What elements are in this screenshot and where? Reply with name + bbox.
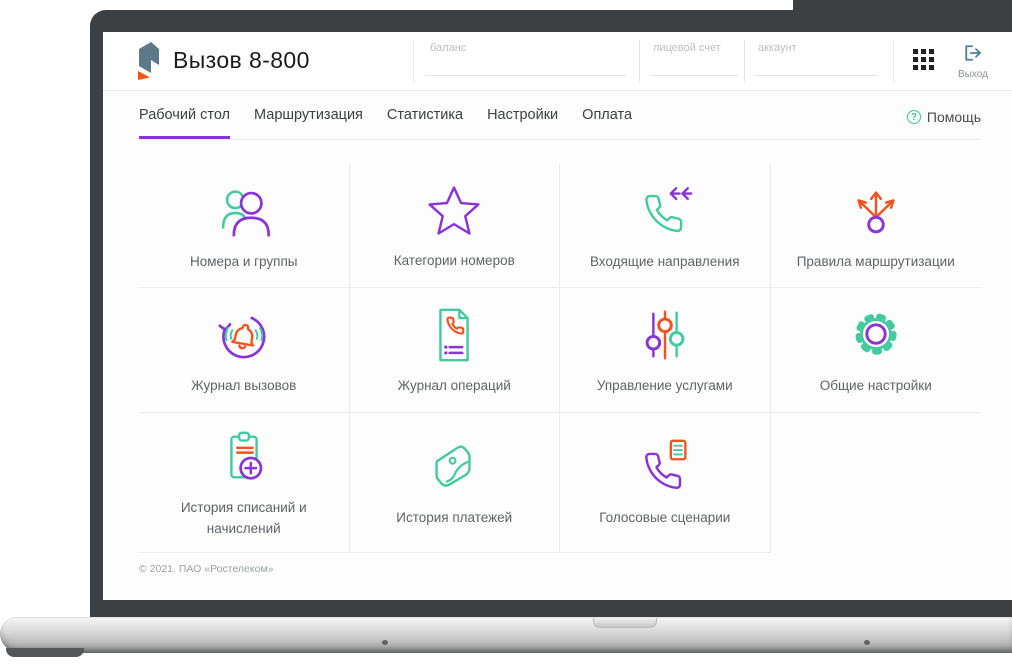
tab-desktop[interactable]: Рабочий стол [139,107,230,139]
tile-label: Голосовые сценарии [599,510,731,526]
tile-routing-rules[interactable]: Правила маршрутизации [770,165,981,288]
tile-incoming-directions[interactable]: Входящие направления [560,165,771,288]
laptop-base-dot [864,640,870,645]
balance-field-underline [425,75,627,76]
tile-general-settings[interactable]: Общие настройки [770,288,981,413]
main-nav: Рабочий стол Маршрутизация Статистика На… [139,91,981,140]
header-divider [639,40,640,82]
account-number-field-label: лицевой счет [653,42,721,54]
sliders-icon [645,310,685,360]
copyright-text: © 2021. ПАО «Ростелеком» [139,563,274,575]
tile-payments-history[interactable]: История платежей [349,413,560,553]
balance-field-label: баланс [430,42,467,54]
logout-button[interactable]: Выход [951,44,995,80]
tab-settings[interactable]: Настройки [487,107,558,139]
help-icon: ? [906,110,921,124]
tile-label: Общие настройки [819,377,932,393]
call-log-icon [218,316,266,359]
logout-icon [965,45,982,61]
routing-branch-icon [857,191,895,234]
tile-voice-scenarios[interactable]: Голосовые сценарии [560,413,771,553]
logout-label: Выход [958,69,988,80]
help-link[interactable]: ? Помощь [906,109,981,139]
laptop-foot [6,648,84,657]
tile-label: Правила маршрутизации [796,253,955,269]
laptop-base-dot [382,640,388,645]
clipboard-plus-icon [229,431,263,480]
brand: Вызов 8-800 [136,40,310,80]
tile-service-management[interactable]: Управление услугами [560,288,771,413]
tile-numbers-and-groups[interactable]: Номера и группы [139,165,350,288]
help-label: Помощь [926,109,981,125]
tile-operations-log[interactable]: Журнал операций [349,288,560,413]
tile-label: Категории номеров [393,252,515,268]
app-title: Вызов 8-800 [173,46,310,73]
tile-label: История платежей [396,510,513,526]
laptop-mockup: Вызов 8-800 баланс лицевой счет аккаунт [0,0,1012,667]
tab-payment[interactable]: Оплата [582,107,632,139]
apps-grid-icon[interactable] [913,49,935,71]
tile-label: Журнал операций [397,377,511,393]
star-icon [428,186,480,235]
account-field-underline [755,75,878,76]
incoming-call-icon [644,186,693,233]
dashboard-tiles: Номера и группы Категории номеров Входящ… [139,165,981,553]
tile-label: Управление услугами [596,377,733,393]
header-divider [413,40,414,82]
tile-label: Входящие направления [589,253,740,269]
account-field-label: аккаунт [758,42,797,54]
users-icon [221,190,270,237]
tile-label: История списаний и начислений [180,500,307,536]
header-divider [893,40,894,82]
tile-charges-history[interactable]: История списаний и начислений [139,413,350,553]
header-divider [744,40,745,82]
laptop-latch [593,618,657,628]
operations-log-icon [439,308,470,362]
app-screen: Вызов 8-800 баланс лицевой счет аккаунт [103,32,1012,600]
tile-label: Журнал вызовов [191,377,297,393]
rostelecom-logo [138,42,159,80]
app-header: Вызов 8-800 баланс лицевой счет аккаунт [103,32,1012,91]
tile-label: Номера и группы [190,253,298,269]
account-number-field-underline [651,75,739,76]
tab-statistics[interactable]: Статистика [387,107,463,139]
empty-cell [771,413,982,553]
wallet-icon [435,445,471,488]
gear-icon [855,313,897,355]
tile-number-categories[interactable]: Категории номеров [349,165,560,288]
voice-script-icon [644,440,687,490]
laptop-base [0,617,1012,653]
tile-call-log[interactable]: Журнал вызовов [139,288,350,413]
tab-routing[interactable]: Маршрутизация [254,107,363,139]
